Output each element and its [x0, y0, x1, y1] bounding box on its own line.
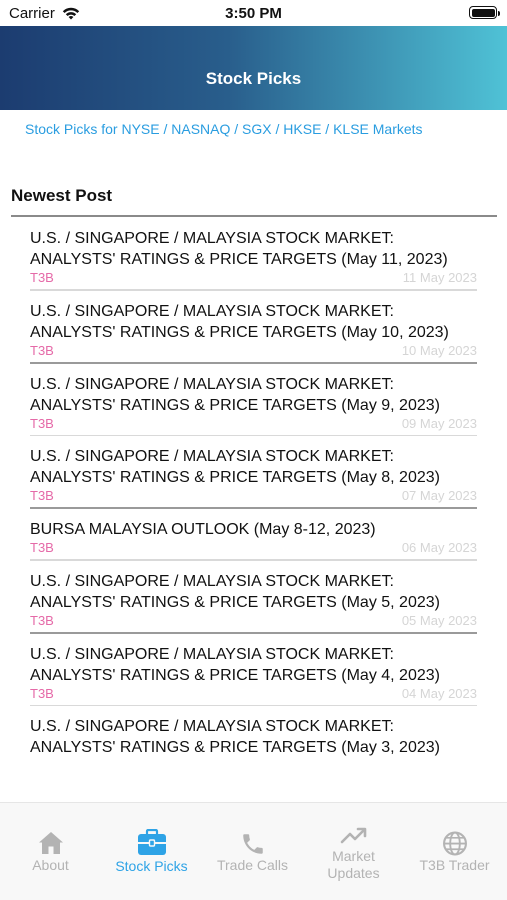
section-divider: [11, 215, 497, 217]
post-title-line2: ANALYSTS' RATINGS & PRICE TARGETS (May 3…: [30, 739, 440, 756]
phone-icon: [242, 834, 263, 854]
post-title-line1: U.S. / SINGAPORE / MALAYSIA STOCK MARKET…: [30, 230, 394, 247]
post-title-line1: BURSA MALAYSIA OUTLOOK (May 8-12, 2023): [30, 521, 376, 538]
list-item[interactable]: U.S. / SINGAPORE / MALAYSIA STOCK MARKET…: [30, 634, 477, 706]
post-title-line2: ANALYSTS' RATINGS & PRICE TARGETS (May 5…: [30, 593, 440, 611]
post-author: T3B: [30, 488, 54, 503]
post-title-line2: ANALYSTS' RATINGS & PRICE TARGETS (May 4…: [30, 666, 440, 684]
trending-up-icon: [340, 827, 366, 844]
section-title: Newest Post: [11, 186, 113, 205]
post-author: T3B: [30, 685, 54, 701]
post-title-line1: U.S. / SINGAPORE / MALAYSIA STOCK MARKET…: [30, 645, 394, 663]
list-item[interactable]: U.S. / SINGAPORE / MALAYSIA STOCK MARKET…: [30, 218, 477, 291]
tab-stock-picks[interactable]: Stock Picks: [101, 803, 202, 900]
tab-bar: About Stock Picks Trade Calls Market Upd…: [0, 802, 507, 900]
status-time: 3:50 PM: [225, 5, 282, 22]
post-list[interactable]: U.S. / SINGAPORE / MALAYSIA STOCK MARKET…: [0, 218, 507, 802]
list-item[interactable]: U.S. / SINGAPORE / MALAYSIA STOCK MARKET…: [30, 364, 477, 436]
post-title-line2: ANALYSTS' RATINGS & PRICE TARGETS (May 8…: [30, 469, 440, 486]
list-item[interactable]: U.S. / SINGAPORE / MALAYSIA STOCK MARKET…: [30, 561, 477, 634]
page-title: Stock Picks: [205, 69, 302, 88]
post-title-line1: U.S. / SINGAPORE / MALAYSIA STOCK MARKET…: [30, 448, 394, 465]
post-author: T3B: [30, 540, 54, 555]
post-date: 10 May 2023: [401, 342, 477, 358]
post-title-line1: U.S. / SINGAPORE / MALAYSIA STOCK MARKET…: [30, 302, 394, 320]
post-date: 09 May 2023: [401, 415, 477, 431]
tab-t3b-trader[interactable]: T3B Trader: [404, 803, 505, 900]
post-title-line1: U.S. / SINGAPORE / MALAYSIA STOCK MARKET…: [30, 572, 394, 590]
post-title-line1: U.S. / SINGAPORE / MALAYSIA STOCK MARKET…: [30, 375, 394, 393]
tab-trade-calls[interactable]: Trade Calls: [202, 803, 303, 900]
briefcase-icon: [137, 829, 166, 855]
list-item[interactable]: U.S. / SINGAPORE / MALAYSIA STOCK MARKET…: [30, 436, 477, 509]
tab-label: T3B Trader: [419, 857, 490, 873]
list-item[interactable]: BURSA MALAYSIA OUTLOOK (May 8-12, 2023) …: [30, 509, 477, 561]
tab-label: About: [32, 857, 69, 873]
status-bar: Carrier 3:50 PM: [0, 0, 507, 26]
globe-icon: [442, 831, 467, 856]
markets-link[interactable]: Stock Picks for NYSE / NASNAQ / SGX / HK…: [25, 121, 423, 137]
post-date: 07 May 2023: [401, 488, 477, 503]
tab-label: Trade Calls: [216, 857, 289, 873]
post-author: T3B: [30, 415, 54, 431]
home-icon: [38, 832, 63, 854]
list-item[interactable]: U.S. / SINGAPORE / MALAYSIA STOCK MARKET…: [30, 291, 477, 364]
post-author: T3B: [30, 612, 54, 628]
battery-icon: [469, 6, 500, 19]
tab-label: Stock Picks: [115, 858, 188, 874]
post-author: T3B: [30, 342, 54, 358]
post-title-line2: ANALYSTS' RATINGS & PRICE TARGETS (May 9…: [30, 396, 440, 414]
post-author: T3B: [30, 270, 54, 285]
post-date: 11 May 2023: [402, 270, 477, 285]
list-item[interactable]: U.S. / SINGAPORE / MALAYSIA STOCK MARKET…: [30, 706, 477, 758]
post-date: 06 May 2023: [401, 540, 477, 555]
tab-about[interactable]: About: [0, 803, 101, 900]
post-date: 04 May 2023: [401, 685, 477, 701]
post-title-line2: ANALYSTS' RATINGS & PRICE TARGETS (May 1…: [30, 323, 449, 341]
nav-header: Stock Picks: [0, 26, 507, 110]
tab-market-updates[interactable]: Market Updates: [303, 803, 404, 900]
tab-label: Market Updates: [327, 848, 380, 881]
post-title-line1: U.S. / SINGAPORE / MALAYSIA STOCK MARKET…: [30, 718, 394, 735]
post-title-line2: ANALYSTS' RATINGS & PRICE TARGETS (May 1…: [30, 251, 448, 268]
post-date: 05 May 2023: [401, 612, 477, 628]
